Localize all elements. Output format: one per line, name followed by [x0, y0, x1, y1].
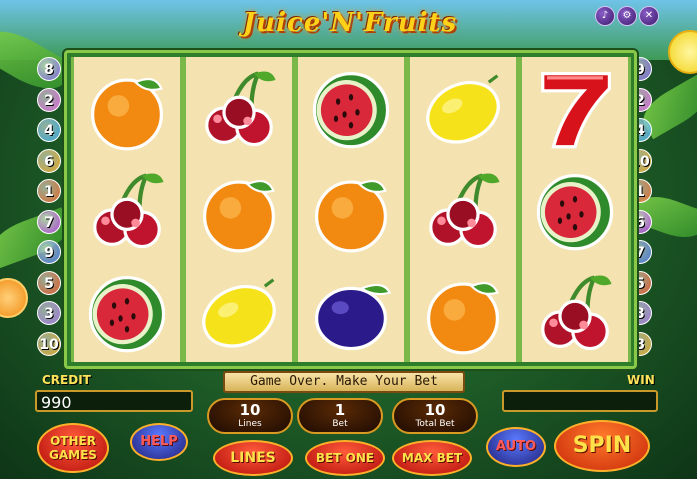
win-label: WIN — [627, 373, 655, 387]
payline-badge[interactable]: 1 — [37, 179, 61, 203]
other-games-button[interactable]: OTHER GAMES — [37, 423, 109, 473]
cherry-symbol — [74, 159, 180, 260]
orange-slice-decoration — [0, 278, 28, 318]
total-bet-caption: Total Bet — [415, 419, 455, 429]
bet-value: 1 — [334, 401, 346, 419]
close-icon[interactable]: ✕ — [639, 6, 659, 26]
lines-counter: 10 Lines — [207, 398, 293, 434]
lines-button[interactable]: LINES — [213, 440, 293, 476]
orange-symbol — [74, 57, 180, 158]
payline-badge[interactable]: 8 — [37, 57, 61, 81]
watermelon-symbol — [74, 261, 180, 362]
plum-symbol — [298, 261, 404, 362]
game-title: Juice'N'Fruits — [242, 8, 458, 38]
credit-display: 990 — [35, 390, 193, 412]
payline-badge[interactable]: 4 — [37, 118, 61, 142]
watermelon-symbol — [522, 159, 628, 260]
payline-badge[interactable]: 6 — [37, 148, 61, 173]
reel-1 — [71, 57, 183, 362]
payline-badge[interactable]: 10 — [37, 331, 61, 356]
payline-badge[interactable]: 2 — [37, 87, 61, 112]
bet-caption: Bet — [332, 419, 348, 429]
credit-label: CREDIT — [42, 373, 91, 387]
auto-button[interactable]: AUTO — [486, 427, 546, 467]
lines-value: 10 — [239, 401, 261, 419]
reel-5 — [519, 57, 631, 362]
win-display — [502, 390, 658, 412]
lemon-symbol — [186, 261, 292, 362]
cherry-symbol — [186, 57, 292, 158]
payline-badge[interactable]: 7 — [37, 209, 61, 234]
help-button[interactable]: HELP — [130, 423, 188, 461]
reel-4 — [407, 57, 519, 362]
seven-symbol — [522, 57, 628, 158]
settings-icon[interactable]: ⚙ — [617, 6, 637, 26]
total-bet-value: 10 — [424, 401, 446, 419]
cherry-symbol — [522, 261, 628, 362]
orange-symbol — [410, 261, 516, 362]
status-message: Game Over. Make Your Bet — [223, 371, 465, 393]
reel-2 — [183, 57, 295, 362]
total-bet-counter: 10 Total Bet — [392, 398, 478, 434]
reel-3 — [295, 57, 407, 362]
watermelon-symbol — [298, 57, 404, 158]
payline-badge[interactable]: 3 — [37, 301, 61, 325]
bet-counter: 1 Bet — [297, 398, 383, 434]
cherry-symbol — [410, 159, 516, 260]
sound-icon[interactable]: ♪ — [595, 6, 615, 26]
lines-caption: Lines — [238, 419, 262, 429]
bet-one-button[interactable]: BET ONE — [305, 440, 385, 476]
orange-symbol — [298, 159, 404, 260]
lemon-symbol — [410, 57, 516, 158]
max-bet-button[interactable]: MAX BET — [392, 440, 472, 476]
payline-badge[interactable]: 9 — [37, 240, 61, 264]
orange-symbol — [186, 159, 292, 260]
reels-board — [64, 50, 637, 369]
payline-badge[interactable]: 5 — [37, 270, 61, 295]
spin-button[interactable]: SPIN — [554, 420, 650, 472]
